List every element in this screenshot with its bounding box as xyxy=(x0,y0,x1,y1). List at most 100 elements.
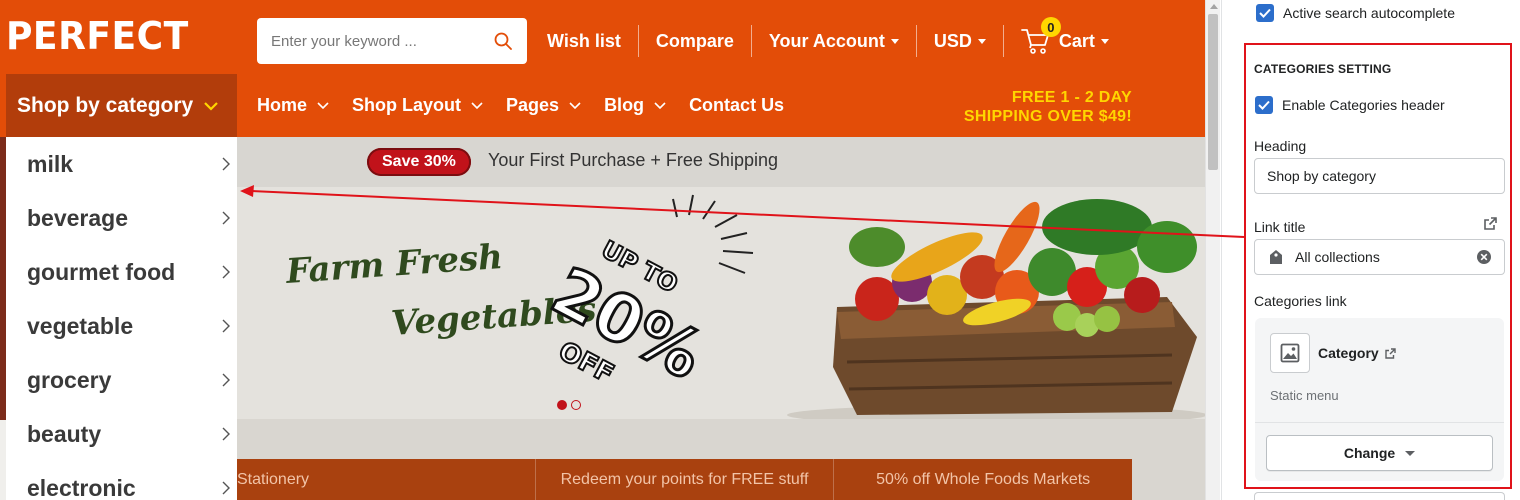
account-label: Your Account xyxy=(768,30,885,51)
hero-banner[interactable]: Farm Fresh Vegetables UP TO 20% OFF xyxy=(237,187,1205,419)
category-label: beverage xyxy=(27,204,129,231)
chevron-down-icon xyxy=(569,101,581,109)
preview-scrollbar[interactable] xyxy=(1205,0,1220,500)
card-divider xyxy=(1255,422,1504,423)
carousel-dot-1[interactable] xyxy=(557,400,567,410)
cart-menu[interactable]: 0 Cart xyxy=(1002,17,1126,57)
category-link-info: Category Static menu xyxy=(1255,318,1504,422)
chevron-right-icon xyxy=(222,211,230,225)
account-menu[interactable]: Your Account xyxy=(750,25,916,57)
burst-lines xyxy=(672,194,754,274)
heading-field-wrapper xyxy=(1254,158,1505,194)
external-link-icon xyxy=(1384,347,1396,359)
category-item-vegetable[interactable]: vegetable xyxy=(6,299,237,353)
category-label: grocery xyxy=(27,366,112,393)
image-placeholder-icon xyxy=(1280,343,1300,363)
shipping-promo: FREE 1 - 2 DAY SHIPPING OVER $49! xyxy=(964,88,1132,126)
chevron-down-icon xyxy=(317,101,329,109)
offer-redeem-points[interactable]: Redeem your points for FREE stuff xyxy=(534,459,834,500)
chevron-down-icon xyxy=(471,101,483,109)
main-nav: Home Shop Layout Pages Blog Contact Us xyxy=(257,74,807,137)
currency-label: USD xyxy=(933,30,972,51)
nav-shop-layout[interactable]: Shop Layout xyxy=(352,95,483,116)
next-field-edge xyxy=(1254,492,1505,500)
checkmark-icon xyxy=(1259,8,1271,18)
banner-artwork: Farm Fresh Vegetables UP TO 20% OFF xyxy=(284,194,1205,419)
category-item-beauty[interactable]: beauty xyxy=(6,407,237,461)
autocomplete-checkbox[interactable] xyxy=(1256,4,1274,22)
category-item-electronic[interactable]: electronic xyxy=(6,461,237,500)
category-item-beverage[interactable]: beverage xyxy=(6,191,237,245)
store-logo[interactable]: PERFECT xyxy=(6,14,189,58)
save-text: Your First Purchase + Free Shipping xyxy=(488,150,778,170)
checkmark-icon xyxy=(1258,100,1270,110)
category-link[interactable]: Category xyxy=(1318,345,1396,361)
scroll-up-arrow-icon[interactable] xyxy=(1210,4,1218,9)
nav-pages[interactable]: Pages xyxy=(506,95,581,116)
compare-label: Compare xyxy=(655,30,734,51)
external-link-icon[interactable] xyxy=(1483,216,1498,231)
shop-by-category-label: Shop by category xyxy=(17,93,194,117)
enable-categories-setting: Enable Categories header xyxy=(1255,96,1445,114)
chevron-down-icon xyxy=(204,101,218,111)
nav-contact-us[interactable]: Contact Us xyxy=(689,95,784,116)
clear-icon[interactable] xyxy=(1476,249,1492,265)
scroll-thumb[interactable] xyxy=(1208,14,1218,170)
heading-input[interactable] xyxy=(1267,168,1492,184)
discount-sticker: UP TO 20% OFF xyxy=(538,234,717,396)
autocomplete-setting: Active search autocomplete xyxy=(1256,4,1455,22)
chevron-right-icon xyxy=(222,157,230,171)
nav-blog-label: Blog xyxy=(604,95,645,115)
category-item-gourmet-food[interactable]: gourmet food xyxy=(6,245,237,299)
heading-label: Heading xyxy=(1254,138,1307,154)
offer-whole-foods[interactable]: 50% off Whole Foods Markets xyxy=(833,459,1132,500)
compare-link[interactable]: Compare xyxy=(637,25,751,57)
nav-blog[interactable]: Blog xyxy=(604,95,666,116)
shop-by-category-button[interactable]: Shop by category xyxy=(6,74,237,137)
enable-categories-checkbox[interactable] xyxy=(1255,96,1273,114)
link-title-label: Link title xyxy=(1254,219,1306,235)
nav-home[interactable]: Home xyxy=(257,95,329,116)
nav-contact-label: Contact Us xyxy=(689,95,785,115)
promo-line-2: SHIPPING OVER $49! xyxy=(963,108,1132,125)
currency-select[interactable]: USD xyxy=(915,25,1003,57)
chevron-right-icon xyxy=(222,319,230,333)
category-item-milk[interactable]: milk xyxy=(6,137,237,191)
store-header: PERFECT Wish list Compare Your Account U… xyxy=(0,0,1205,137)
cart-count-badge: 0 xyxy=(1040,17,1061,37)
category-label: vegetable xyxy=(27,312,134,339)
wishlist-label: Wish list xyxy=(547,30,621,51)
category-item-grocery[interactable]: grocery xyxy=(6,353,237,407)
wishlist-link[interactable]: Wish list xyxy=(530,25,638,57)
chevron-down-icon xyxy=(654,101,666,109)
chevron-right-icon xyxy=(222,481,230,495)
category-name: Category xyxy=(1318,345,1379,361)
change-button-label: Change xyxy=(1343,445,1396,461)
category-label: beauty xyxy=(27,420,102,447)
offer-stationery[interactable]: Stationery xyxy=(237,459,535,500)
category-dropdown: milk beverage gourmet food vegetable gro… xyxy=(6,137,237,500)
category-label: gourmet food xyxy=(27,258,176,285)
search-input[interactable] xyxy=(271,32,493,50)
carousel-dots xyxy=(557,400,581,410)
caret-down-icon xyxy=(1405,450,1416,456)
section-title: CATEGORIES SETTING xyxy=(1254,62,1392,76)
categories-link-label: Categories link xyxy=(1254,293,1347,309)
enable-categories-label: Enable Categories header xyxy=(1282,97,1445,113)
nav-home-label: Home xyxy=(257,95,308,115)
banner-title-1: Farm Fresh xyxy=(284,237,504,292)
carousel-dot-2[interactable] xyxy=(571,400,581,410)
offer-bar: Stationery Redeem your points for FREE s… xyxy=(237,459,1132,500)
chevron-right-icon xyxy=(222,265,230,279)
category-label: milk xyxy=(27,150,74,177)
autocomplete-label: Active search autocomplete xyxy=(1283,5,1455,21)
caret-down-icon xyxy=(1100,38,1109,44)
search-icon[interactable] xyxy=(493,31,513,51)
change-button[interactable]: Change xyxy=(1266,435,1493,471)
search-box xyxy=(257,18,527,64)
screen: PERFECT Wish list Compare Your Account U… xyxy=(0,0,1520,500)
chevron-right-icon xyxy=(222,373,230,387)
link-title-field[interactable]: All collections xyxy=(1254,239,1505,275)
caret-down-icon xyxy=(890,38,899,44)
store-preview: PERFECT Wish list Compare Your Account U… xyxy=(0,0,1205,500)
